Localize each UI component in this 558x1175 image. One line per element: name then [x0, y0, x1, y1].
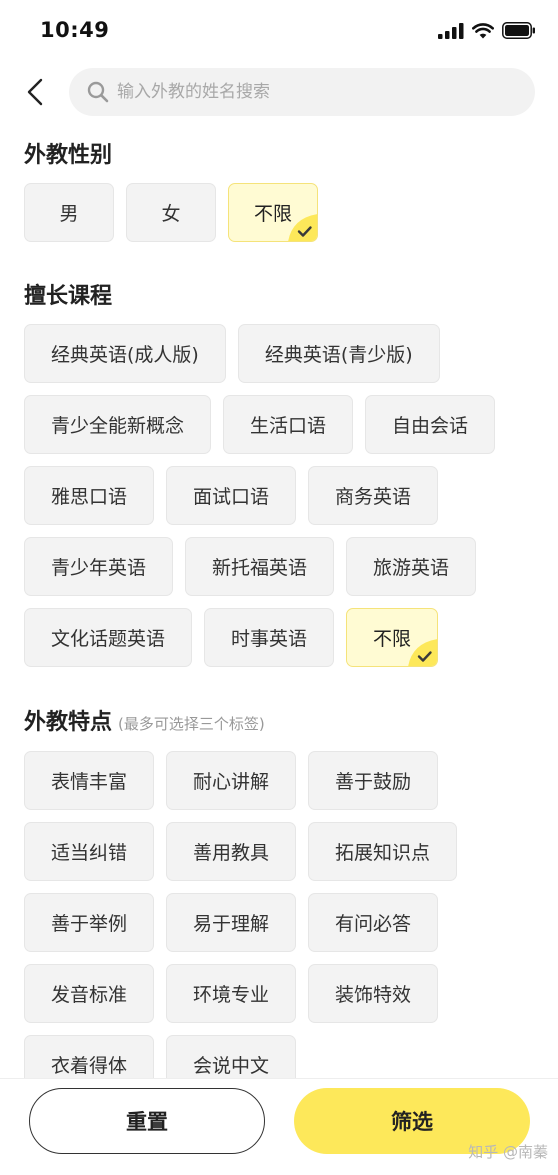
tag-label: 女: [161, 203, 181, 225]
tag-label: 生活口语: [250, 415, 327, 437]
status-bar: 10:49: [0, 0, 558, 66]
tag-label: 经典英语(青少版): [264, 344, 413, 366]
status-icons: [438, 22, 536, 39]
gender-option-male[interactable]: 男: [24, 183, 114, 242]
course-option[interactable]: 青少年英语: [24, 537, 174, 596]
courses-section-title: 擅长课程: [24, 284, 113, 309]
gender-option-female[interactable]: 女: [126, 183, 216, 242]
tag-label: 装饰特效: [335, 984, 412, 1006]
course-option[interactable]: 雅思口语: [24, 466, 155, 525]
course-option[interactable]: 面试口语: [166, 466, 297, 525]
course-option[interactable]: 经典英语(成人版): [24, 324, 226, 383]
course-option-any[interactable]: 不限: [346, 608, 439, 667]
tag-label: 易于理解: [193, 913, 270, 935]
feature-option[interactable]: 易于理解: [166, 893, 297, 952]
tag-label: 文化话题英语: [51, 628, 166, 650]
tag-label: 时事英语: [231, 628, 308, 650]
feature-option[interactable]: 有问必答: [308, 893, 439, 952]
tag-label: 雅思口语: [51, 486, 128, 508]
tag-label: 面试口语: [193, 486, 270, 508]
wifi-icon: [472, 22, 494, 38]
course-option[interactable]: 青少全能新概念: [24, 395, 212, 454]
gender-section-title: 外教性别: [24, 143, 113, 168]
feature-option[interactable]: 环境专业: [166, 964, 297, 1023]
chevron-left-icon: [27, 78, 43, 106]
battery-icon: [502, 22, 535, 39]
tag-label: 表情丰富: [51, 771, 128, 793]
feature-option[interactable]: 善用教具: [166, 822, 297, 881]
check-corner-icon: [408, 639, 438, 666]
course-option[interactable]: 经典英语(青少版): [237, 324, 440, 383]
reset-button[interactable]: 重置: [29, 1088, 265, 1154]
tag-label: 不限: [373, 628, 412, 650]
features-section-title: 外教特点 (最多可选择三个标签): [24, 704, 265, 736]
tag-label: 青少年英语: [51, 557, 147, 579]
search-box[interactable]: [69, 68, 535, 116]
feature-option[interactable]: 发音标准: [24, 964, 155, 1023]
course-option[interactable]: 商务英语: [308, 466, 439, 525]
course-option[interactable]: 生活口语: [223, 395, 354, 454]
tag-label: 男: [59, 203, 79, 225]
tag-label: 耐心讲解: [193, 771, 270, 793]
tag-label: 青少全能新概念: [51, 415, 185, 437]
tag-label: 善于鼓励: [335, 771, 412, 793]
feature-option[interactable]: 表情丰富: [24, 751, 155, 810]
tag-label: 适当纠错: [51, 842, 128, 864]
search-icon: [87, 81, 109, 103]
check-corner-icon: [288, 214, 317, 241]
search-input[interactable]: [117, 82, 497, 102]
tag-label: 衣着得体: [51, 1055, 128, 1077]
tag-label: 环境专业: [193, 984, 270, 1006]
gender-options: 男 女 不限: [24, 183, 544, 242]
features-note: (最多可选择三个标签): [118, 715, 265, 733]
feature-options: 表情丰富 耐心讲解 善于鼓励 适当纠错 善用教具 拓展知识点 善于举例 易于理解…: [24, 751, 544, 1094]
tag-label: 不限: [253, 203, 292, 225]
tag-label: 有问必答: [335, 913, 412, 935]
feature-option[interactable]: 适当纠错: [24, 822, 155, 881]
course-option[interactable]: 新托福英语: [185, 537, 335, 596]
tag-label: 旅游英语: [373, 557, 450, 579]
course-option[interactable]: 时事英语: [204, 608, 335, 667]
tag-label: 拓展知识点: [335, 842, 431, 864]
tag-label: 自由会话: [392, 415, 469, 437]
tag-label: 经典英语(成人版): [51, 344, 199, 366]
back-button[interactable]: [18, 74, 52, 110]
cellular-signal-icon: [438, 22, 464, 39]
search-row: [0, 68, 558, 116]
gender-option-any[interactable]: 不限: [228, 183, 318, 242]
feature-option[interactable]: 善于举例: [24, 893, 155, 952]
features-title-text: 外教特点: [24, 710, 113, 735]
tag-label: 善于举例: [51, 913, 128, 935]
tag-label: 会说中文: [193, 1055, 270, 1077]
tag-label: 新托福英语: [212, 557, 308, 579]
status-time: 10:49: [40, 18, 110, 42]
feature-option[interactable]: 耐心讲解: [166, 751, 297, 810]
course-option[interactable]: 自由会话: [365, 395, 496, 454]
feature-option[interactable]: 拓展知识点: [308, 822, 458, 881]
tag-label: 商务英语: [335, 486, 412, 508]
course-option[interactable]: 旅游英语: [346, 537, 477, 596]
bottom-action-bar: 重置 筛选 知乎 @南蓁: [0, 1078, 558, 1175]
watermark: 知乎 @南蓁: [468, 1143, 548, 1161]
course-option[interactable]: 文化话题英语: [24, 608, 193, 667]
tag-label: 善用教具: [193, 842, 270, 864]
tag-label: 发音标准: [51, 984, 128, 1006]
feature-option[interactable]: 装饰特效: [308, 964, 439, 1023]
course-options: 经典英语(成人版) 经典英语(青少版) 青少全能新概念 生活口语 自由会话 雅思…: [24, 324, 544, 667]
feature-option[interactable]: 善于鼓励: [308, 751, 439, 810]
